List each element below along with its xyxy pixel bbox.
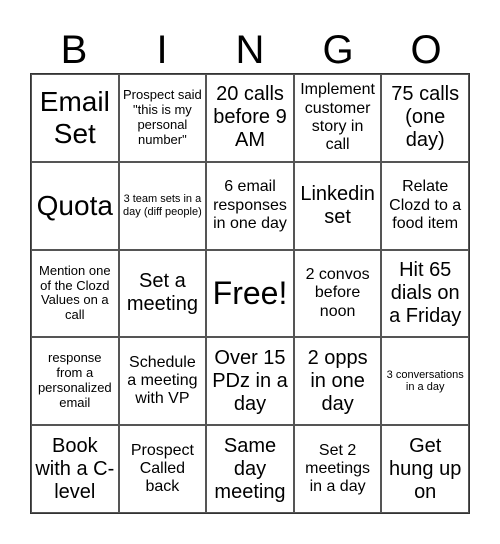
bingo-cell[interactable]: Get hung up on <box>381 425 469 513</box>
bingo-cell[interactable]: response from a personalized email <box>31 337 119 426</box>
bingo-cell[interactable]: 20 calls before 9 AM <box>206 74 294 162</box>
bingo-cell[interactable]: Mention one of the Clozd Values on a cal… <box>31 249 119 338</box>
bingo-cell[interactable]: Prospect Called back <box>118 425 207 513</box>
header-letter-g: G <box>322 28 354 72</box>
bingo-cell[interactable]: Book with a C-level <box>31 425 119 513</box>
bingo-cell[interactable]: Implement customer story in call <box>293 74 382 162</box>
bingo-cell[interactable]: Set 2 meetings in a day <box>293 425 382 513</box>
bingo-cell[interactable]: 3 conversations in a day <box>381 337 469 426</box>
bingo-cell[interactable]: Same day meeting <box>206 425 294 513</box>
header-letter-o: O <box>410 28 442 72</box>
bingo-cell[interactable]: Set a meeting <box>118 249 207 338</box>
bingo-cell[interactable]: Email Set <box>31 74 119 162</box>
bingo-cell[interactable]: Prospect said "this is my personal numbe… <box>118 74 207 162</box>
bingo-header: B I N G O <box>30 28 470 72</box>
bingo-cell[interactable]: Over 15 PDz in a day <box>206 337 294 426</box>
bingo-cell[interactable]: 6 email responses in one day <box>206 161 294 250</box>
bingo-cell[interactable]: Schedule a meeting with VP <box>118 337 207 426</box>
header-letter-i: I <box>156 28 168 72</box>
bingo-cell[interactable]: 2 convos before noon <box>293 249 382 338</box>
free-space[interactable]: Free! <box>206 249 294 338</box>
bingo-cell[interactable]: Linkedin set <box>293 161 382 250</box>
header-letter-n: N <box>235 28 265 72</box>
bingo-card: Email Set Prospect said "this is my perso… <box>30 73 470 514</box>
bingo-cell[interactable]: Quota <box>31 161 119 250</box>
bingo-cell[interactable]: 2 opps in one day <box>293 337 382 426</box>
bingo-cell[interactable]: Hit 65 dials on a Friday <box>381 249 469 338</box>
bingo-cell[interactable]: 3 team sets in a day (diff people) <box>118 161 207 250</box>
bingo-cell[interactable]: Relate Clozd to a food item <box>381 161 469 250</box>
bingo-cell[interactable]: 75 calls (one day) <box>381 74 469 162</box>
header-letter-b: B <box>60 28 88 72</box>
